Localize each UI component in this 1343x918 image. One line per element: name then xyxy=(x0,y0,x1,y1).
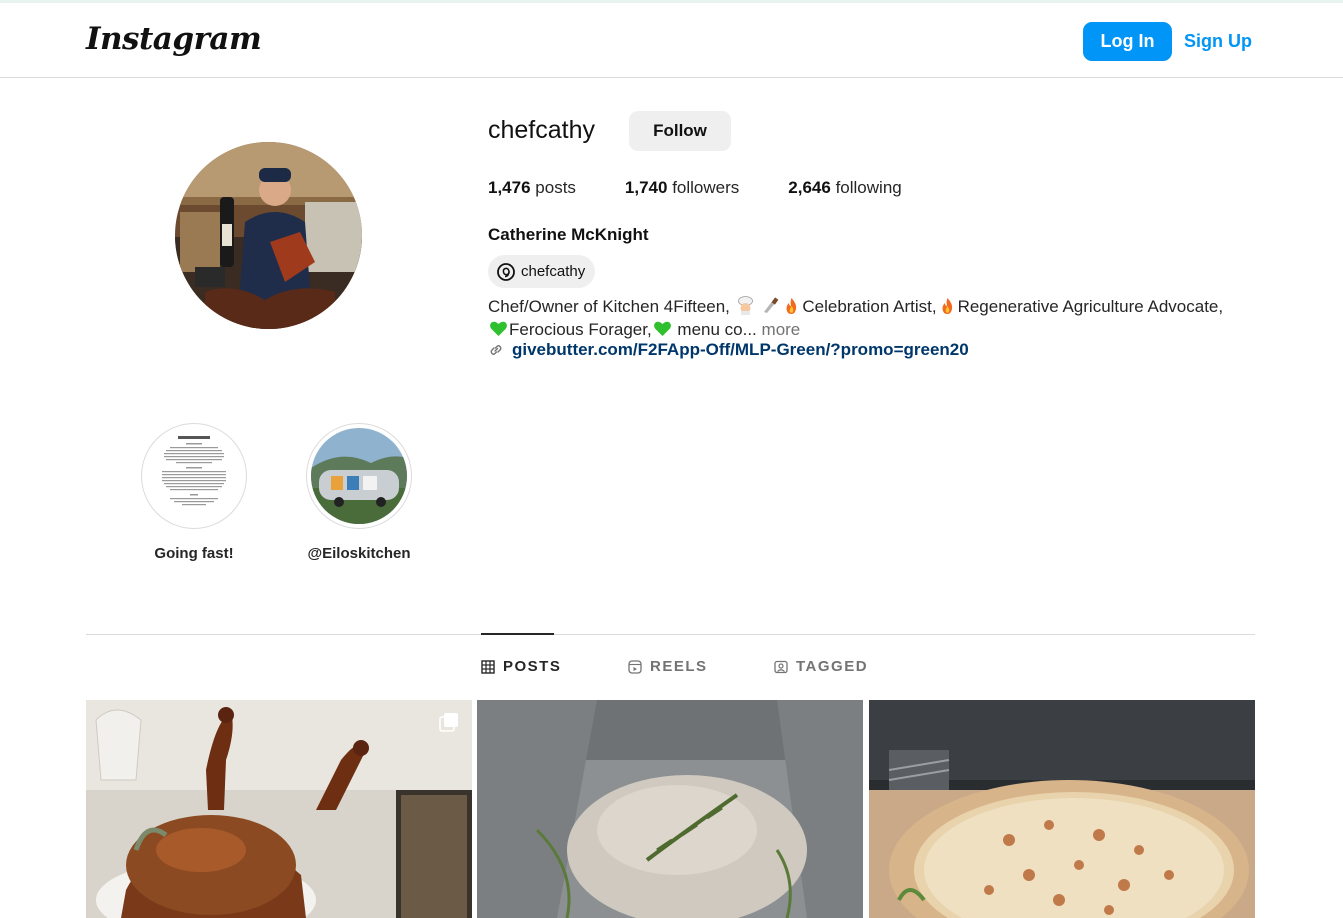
threads-icon xyxy=(497,262,515,281)
link-icon xyxy=(490,345,502,355)
following-label: following xyxy=(835,178,902,197)
following-stat[interactable]: 2,646 following xyxy=(788,178,901,198)
bio-text-4: Ferocious Forager, xyxy=(509,320,652,339)
highlight-going-fast[interactable]: Going fast! xyxy=(141,423,247,562)
tab-reels[interactable]: REELS xyxy=(628,658,708,675)
bio-text-5: menu co... xyxy=(672,320,757,339)
followers-label: followers xyxy=(672,178,740,197)
tab-tagged-label: TAGGED xyxy=(796,658,869,675)
menu-card-image xyxy=(146,428,242,524)
profile-bio: Chef/Owner of Kitchen 4Fifteen, Celebrat… xyxy=(488,295,1258,341)
post-tile[interactable] xyxy=(86,700,472,918)
profile-stats: 1,476 posts 1,740 followers 2,646 follow… xyxy=(488,178,951,198)
post-tile[interactable] xyxy=(869,700,1255,918)
food-trailer-image xyxy=(311,428,407,524)
followers-count: 1,740 xyxy=(624,178,668,197)
highlight-ring[interactable] xyxy=(306,423,412,529)
tab-tagged[interactable]: TAGGED xyxy=(774,658,868,675)
threads-badge[interactable]: chefcathy xyxy=(488,255,596,288)
fire-emoji-icon xyxy=(942,298,952,314)
reels-icon xyxy=(628,659,642,674)
pizza-image xyxy=(869,700,1255,918)
profile-avatar[interactable] xyxy=(175,142,362,329)
chef-emoji-icon xyxy=(737,296,753,315)
highlight-eiloskitchen[interactable]: @Eiloskitchen xyxy=(306,423,412,562)
tagged-icon xyxy=(774,660,788,673)
threads-handle: chefcathy xyxy=(521,263,586,280)
posts-stat: 1,476 posts xyxy=(488,178,576,198)
grid-icon xyxy=(481,659,495,674)
following-count: 2,646 xyxy=(788,178,831,197)
bio-text-3: Regenerative Agriculture Advocate, xyxy=(957,297,1224,316)
top-header: Instagram Log In Sign Up xyxy=(0,3,1343,78)
green-heart-emoji-icon xyxy=(653,321,671,336)
avatar-photo xyxy=(175,142,362,329)
post-tile[interactable] xyxy=(477,700,863,918)
green-heart-emoji-icon xyxy=(490,321,507,336)
tab-posts-label: POSTS xyxy=(503,658,562,675)
bio-text-1: Chef/Owner of Kitchen 4Fifteen, xyxy=(488,297,730,316)
active-tab-indicator xyxy=(481,633,554,635)
knife-emoji-icon xyxy=(764,297,779,313)
highlight-ring[interactable] xyxy=(141,423,247,529)
fire-emoji-icon xyxy=(786,298,797,314)
highlight-label: @Eiloskitchen xyxy=(307,545,411,562)
roast-turkey-image xyxy=(86,700,472,918)
posts-label: posts xyxy=(535,178,576,197)
tab-posts[interactable]: POSTS xyxy=(481,658,561,675)
multiple-photos-icon xyxy=(439,713,458,732)
external-link-text: givebutter.com/F2FApp-Off/MLP-Green/?pro… xyxy=(512,340,969,359)
instagram-logo[interactable]: Instagram xyxy=(86,21,262,57)
highlight-label: Going fast! xyxy=(154,545,234,562)
posts-count: 1,476 xyxy=(488,178,531,197)
profile-full-name: Catherine McKnight xyxy=(488,225,649,244)
brined-turkey-image xyxy=(477,700,863,918)
signup-button[interactable]: Sign Up xyxy=(1184,22,1252,61)
bio-text-2: Celebration Artist, xyxy=(802,297,937,316)
followers-stat[interactable]: 1,740 followers xyxy=(625,178,739,198)
profile-external-link[interactable]: givebutter.com/F2FApp-Off/MLP-Green/?pro… xyxy=(488,340,969,360)
highlight-cover xyxy=(311,428,407,524)
highlight-cover xyxy=(146,428,242,524)
profile-username: chefcathy xyxy=(488,116,596,144)
follow-button[interactable]: Follow xyxy=(629,111,731,151)
tab-reels-label: REELS xyxy=(650,658,708,675)
tabs-divider xyxy=(86,634,1255,635)
bio-more-link[interactable]: more xyxy=(762,320,801,339)
login-button[interactable]: Log In xyxy=(1083,22,1172,61)
